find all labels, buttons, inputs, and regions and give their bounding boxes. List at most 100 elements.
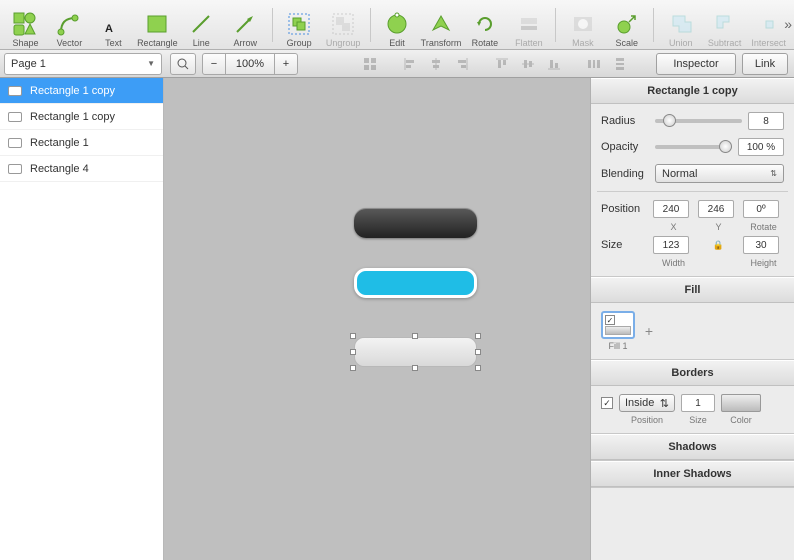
selection-handle[interactable] bbox=[412, 333, 418, 339]
zoom-group: − 100% + bbox=[202, 53, 298, 75]
chevron-down-icon: ▼ bbox=[147, 59, 155, 68]
text-icon: A bbox=[100, 11, 126, 37]
intersect-icon bbox=[756, 11, 782, 37]
border-position-select[interactable]: Inside⇅ bbox=[619, 394, 675, 412]
toolbar-separator bbox=[370, 8, 371, 42]
rectangle-icon bbox=[144, 11, 170, 37]
fill-enabled-checkbox[interactable]: ✓ bbox=[605, 315, 615, 325]
layer-swatch-icon bbox=[8, 86, 22, 96]
toolbar-separator bbox=[555, 8, 556, 42]
selection-handle[interactable] bbox=[350, 349, 356, 355]
tool-arrow[interactable]: Arrow bbox=[224, 2, 267, 48]
canvas-shape-selected[interactable] bbox=[350, 333, 481, 371]
tool-shape[interactable]: Shape bbox=[4, 2, 47, 48]
canvas-shape-dark[interactable] bbox=[354, 208, 477, 238]
svg-text:A: A bbox=[105, 23, 113, 35]
align-top-icon[interactable] bbox=[492, 55, 512, 73]
tool-line[interactable]: Line bbox=[180, 2, 223, 48]
line-icon bbox=[188, 11, 214, 37]
zoom-out-button[interactable]: − bbox=[202, 53, 226, 75]
radius-slider[interactable] bbox=[655, 119, 742, 123]
tool-union[interactable]: Union bbox=[659, 2, 702, 48]
align-center-h-icon[interactable] bbox=[426, 55, 446, 73]
size-label: Size bbox=[601, 239, 649, 251]
inspector-button[interactable]: Inspector bbox=[656, 53, 736, 75]
layer-swatch-icon bbox=[8, 138, 22, 148]
shadows-header[interactable]: Shadows bbox=[591, 434, 794, 460]
selection-handle[interactable] bbox=[350, 365, 356, 371]
selection-handle[interactable] bbox=[475, 349, 481, 355]
zoom-in-button[interactable]: + bbox=[274, 53, 298, 75]
border-color-swatch[interactable] bbox=[721, 394, 761, 412]
group-icon bbox=[286, 11, 312, 37]
align-right-icon[interactable] bbox=[452, 55, 472, 73]
opacity-slider[interactable] bbox=[655, 145, 732, 149]
ungroup-icon bbox=[330, 11, 356, 37]
tool-scale[interactable]: Scale bbox=[605, 2, 648, 48]
selection-handle[interactable] bbox=[412, 365, 418, 371]
canvas-shape-light[interactable] bbox=[354, 337, 477, 367]
position-label: Position bbox=[601, 203, 649, 215]
canvas-shape-cyan[interactable] bbox=[354, 268, 477, 298]
border-size-input[interactable]: 1 bbox=[681, 394, 715, 412]
distribute-h-icon[interactable] bbox=[584, 55, 604, 73]
layer-item[interactable]: Rectangle 1 copy bbox=[0, 78, 163, 104]
union-icon bbox=[668, 11, 694, 37]
lock-icon[interactable]: 🔒 bbox=[698, 240, 739, 251]
radius-input[interactable]: 8 bbox=[748, 112, 784, 130]
tool-rectangle[interactable]: Rectangle bbox=[136, 2, 179, 48]
blending-label: Blending bbox=[601, 168, 649, 180]
secondary-bar: Page 1▼ − 100% + Inspector Link bbox=[0, 50, 794, 78]
position-y-input[interactable]: 246 bbox=[698, 200, 734, 218]
link-button[interactable]: Link bbox=[742, 53, 788, 75]
tool-text[interactable]: AText bbox=[92, 2, 135, 48]
tool-rotate[interactable]: Rotate bbox=[463, 2, 506, 48]
canvas[interactable] bbox=[164, 78, 590, 560]
updown-icon: ⇅ bbox=[770, 169, 777, 178]
layer-item[interactable]: Rectangle 1 copy bbox=[0, 104, 163, 130]
inner-shadows-header[interactable]: Inner Shadows bbox=[591, 461, 794, 487]
toolbar-overflow-icon[interactable]: » bbox=[784, 16, 792, 32]
distribute-v-icon[interactable] bbox=[610, 55, 630, 73]
selection-handle[interactable] bbox=[350, 333, 356, 339]
inspector-panel: Rectangle 1 copy Radius 8 Opacity 100 % … bbox=[590, 78, 794, 560]
borders-header[interactable]: Borders bbox=[591, 360, 794, 386]
align-bottom-icon[interactable] bbox=[544, 55, 564, 73]
selection-handle[interactable] bbox=[475, 333, 481, 339]
fill-swatch[interactable]: ✓ bbox=[601, 311, 635, 339]
selection-handle[interactable] bbox=[475, 365, 481, 371]
search-icon bbox=[177, 58, 189, 70]
layer-item[interactable]: Rectangle 4 bbox=[0, 156, 163, 182]
tool-vector[interactable]: Vector bbox=[48, 2, 91, 48]
add-fill-button[interactable]: + bbox=[641, 323, 657, 339]
tool-mask[interactable]: Mask bbox=[561, 2, 604, 48]
tool-group[interactable]: Group bbox=[278, 2, 321, 48]
tool-edit[interactable]: Edit bbox=[376, 2, 419, 48]
border-enabled-checkbox[interactable]: ✓ bbox=[601, 397, 613, 409]
blending-select[interactable]: Normal⇅ bbox=[655, 164, 784, 183]
rotate-icon bbox=[472, 11, 498, 37]
tool-ungroup[interactable]: Ungroup bbox=[322, 2, 365, 48]
position-x-input[interactable]: 240 bbox=[653, 200, 689, 218]
zoom-value[interactable]: 100% bbox=[226, 53, 274, 75]
page-selector[interactable]: Page 1▼ bbox=[4, 53, 162, 75]
align-left-icon[interactable] bbox=[400, 55, 420, 73]
tool-transform[interactable]: Transform bbox=[420, 2, 463, 48]
tool-flatten[interactable]: Flatten bbox=[507, 2, 550, 48]
width-input[interactable]: 123 bbox=[653, 236, 689, 254]
transform-icon bbox=[428, 11, 454, 37]
arrow-icon bbox=[232, 11, 258, 37]
align-center-v-icon[interactable] bbox=[518, 55, 538, 73]
tool-subtract[interactable]: Subtract bbox=[703, 2, 746, 48]
shape-icon bbox=[12, 11, 38, 37]
layer-item[interactable]: Rectangle 1 bbox=[0, 130, 163, 156]
opacity-input[interactable]: 100 % bbox=[738, 138, 784, 156]
fill-header[interactable]: Fill bbox=[591, 277, 794, 303]
rotate-input[interactable]: 0º bbox=[743, 200, 779, 218]
mask-icon bbox=[570, 11, 596, 37]
search-button[interactable] bbox=[170, 53, 196, 75]
layer-swatch-icon bbox=[8, 164, 22, 174]
height-input[interactable]: 30 bbox=[743, 236, 779, 254]
view-grid-icon[interactable] bbox=[360, 55, 380, 73]
edit-icon bbox=[384, 11, 410, 37]
